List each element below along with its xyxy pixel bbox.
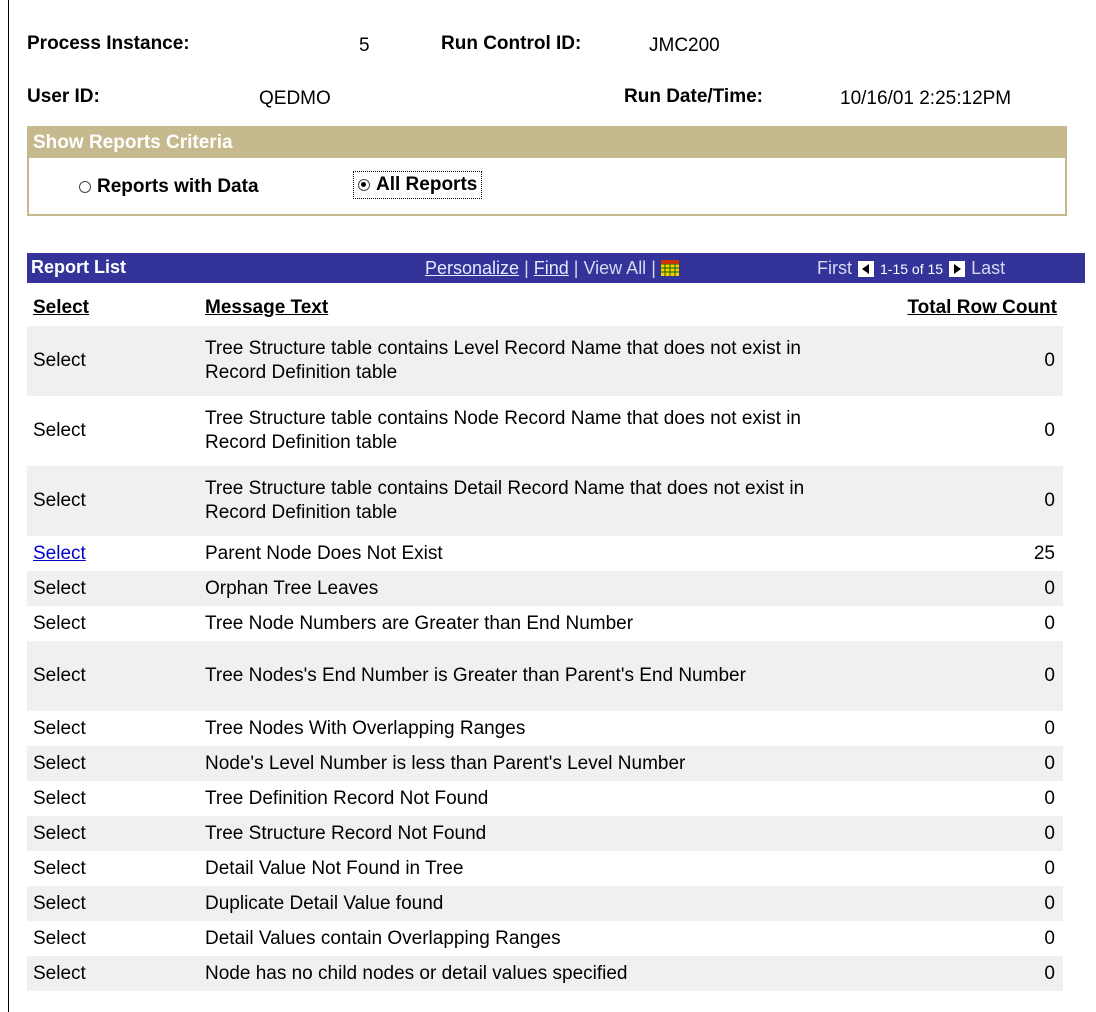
table-row: Select Tree Definition Record Not Found 0 [27, 781, 1063, 816]
personalize-link[interactable]: Personalize [425, 258, 519, 278]
table-row: Select Tree Node Numbers are Greater than… [27, 606, 1063, 641]
run-control-value: JMC200 [649, 35, 720, 56]
table-row: Select Orphan Tree Leaves 0 [27, 571, 1063, 606]
row-count-cell: 0 [839, 326, 1063, 396]
select-link[interactable]: Select [33, 665, 86, 686]
table-row: Select Tree Structure Record Not Found 0 [27, 816, 1063, 851]
show-reports-criteria: Show Reports Criteria Reports with Data … [27, 126, 1067, 216]
table-header-row: Select Message Text Total Row Count [27, 290, 1063, 326]
message-text-cell: Tree Structure table contains Level Reco… [199, 326, 839, 396]
radio-checked-icon [358, 179, 370, 191]
reports-with-data-radio[interactable]: Reports with Data [79, 176, 259, 198]
prev-arrow-icon[interactable] [858, 260, 874, 277]
row-count-cell: 0 [839, 466, 1063, 536]
row-count-cell: 0 [839, 711, 1063, 746]
table-row: Select Parent Node Does Not Exist 25 [27, 536, 1063, 571]
message-text-cell: Tree Definition Record Not Found [199, 781, 839, 816]
message-text-cell: Duplicate Detail Value found [199, 886, 839, 921]
row-count-cell: 0 [839, 606, 1063, 641]
report-list-header: Report List Personalize | Find | View Al… [27, 253, 1085, 283]
select-link[interactable]: Select [33, 823, 86, 844]
select-link[interactable]: Select [33, 788, 86, 809]
table-row: Select Tree Structure table contains Leve… [27, 326, 1063, 396]
message-text-cell: Node's Level Number is less than Parent'… [199, 746, 839, 781]
select-link[interactable]: Select [33, 490, 86, 511]
row-count-text: 1-15 of 15 [880, 260, 944, 277]
row-count-cell: 0 [839, 396, 1063, 466]
table-row: Select Tree Nodes With Overlapping Ranges… [27, 711, 1063, 746]
report-list-title: Report List [31, 257, 127, 277]
column-header-message[interactable]: Message Text [199, 290, 839, 326]
all-reports-radio[interactable]: All Reports [352, 171, 483, 199]
select-link[interactable]: Select [33, 420, 86, 441]
table-row: Select Detail Value Not Found in Tree 0 [27, 851, 1063, 886]
process-instance-label: Process Instance: [27, 33, 190, 54]
grid-pagination: First 1-15 of 15 Last [817, 258, 1005, 279]
row-count-cell: 0 [839, 746, 1063, 781]
last-link[interactable]: Last [971, 258, 1005, 279]
message-text-cell: Tree Structure Record Not Found [199, 816, 839, 851]
select-link[interactable]: Select [33, 578, 86, 599]
message-text-cell: Tree Structure table contains Node Recor… [199, 396, 839, 466]
grid-download-icon[interactable] [660, 260, 679, 281]
grid-toolbar: Personalize | Find | View All | [425, 258, 679, 281]
run-datetime-value: 10/16/01 2:25:12PM [840, 88, 1012, 109]
message-text-cell: Node has no child nodes or detail values… [199, 956, 839, 991]
left-border [8, 0, 9, 1012]
select-link[interactable]: Select [33, 613, 86, 634]
criteria-title: Show Reports Criteria [29, 128, 1065, 158]
row-count-cell: 0 [839, 921, 1063, 956]
user-id-label: User ID: [27, 86, 100, 107]
row-count-cell: 0 [839, 781, 1063, 816]
run-datetime-label: Run Date/Time: [624, 86, 764, 107]
select-link[interactable]: Select [33, 858, 86, 879]
first-link[interactable]: First [817, 258, 852, 279]
select-link[interactable]: Select [33, 718, 86, 739]
radio-unchecked-icon [79, 181, 91, 193]
report-list-table: Select Message Text Total Row Count Sele… [27, 290, 1063, 991]
row-count-cell: 25 [839, 536, 1063, 571]
table-row: Select Tree Structure table contains Node… [27, 396, 1063, 466]
message-text-cell: Parent Node Does Not Exist [199, 536, 839, 571]
table-row: Select Tree Structure table contains Deta… [27, 466, 1063, 536]
message-text-cell: Detail Values contain Overlapping Ranges [199, 921, 839, 956]
message-text-cell: Orphan Tree Leaves [199, 571, 839, 606]
select-link[interactable]: Select [33, 928, 86, 949]
message-text-cell: Tree Structure table contains Detail Rec… [199, 466, 839, 536]
all-reports-label: All Reports [376, 174, 478, 195]
message-text-cell: Tree Nodes's End Number is Greater than … [199, 641, 839, 711]
find-link[interactable]: Find [534, 258, 569, 278]
table-row: Select Duplicate Detail Value found 0 [27, 886, 1063, 921]
select-link[interactable]: Select [33, 350, 86, 371]
row-count-cell: 0 [839, 816, 1063, 851]
select-link[interactable]: Select [33, 753, 86, 774]
run-control-label: Run Control ID: [441, 33, 582, 54]
view-all-link[interactable]: View All [583, 258, 646, 278]
message-text-cell: Tree Nodes With Overlapping Ranges [199, 711, 839, 746]
row-count-cell: 0 [839, 886, 1063, 921]
table-row: Select Node's Level Number is less than P… [27, 746, 1063, 781]
table-row: Select Detail Values contain Overlapping … [27, 921, 1063, 956]
row-count-cell: 0 [839, 641, 1063, 711]
table-row: Select Node has no child nodes or detail … [27, 956, 1063, 991]
user-id-value: QEDMO [259, 88, 331, 109]
row-count-cell: 0 [839, 571, 1063, 606]
select-link[interactable]: Select [33, 893, 86, 914]
row-count-cell: 0 [839, 851, 1063, 886]
process-instance-value: 5 [359, 35, 370, 56]
row-count-cell: 0 [839, 956, 1063, 991]
next-arrow-icon[interactable] [949, 260, 966, 277]
reports-with-data-label: Reports with Data [97, 176, 259, 197]
table-row: Select Tree Nodes's End Number is Greater… [27, 641, 1063, 711]
message-text-cell: Tree Node Numbers are Greater than End N… [199, 606, 839, 641]
select-link[interactable]: Select [33, 543, 86, 564]
message-text-cell: Detail Value Not Found in Tree [199, 851, 839, 886]
select-link[interactable]: Select [33, 963, 86, 984]
column-header-count[interactable]: Total Row Count [839, 290, 1063, 326]
column-header-select[interactable]: Select [27, 290, 199, 326]
